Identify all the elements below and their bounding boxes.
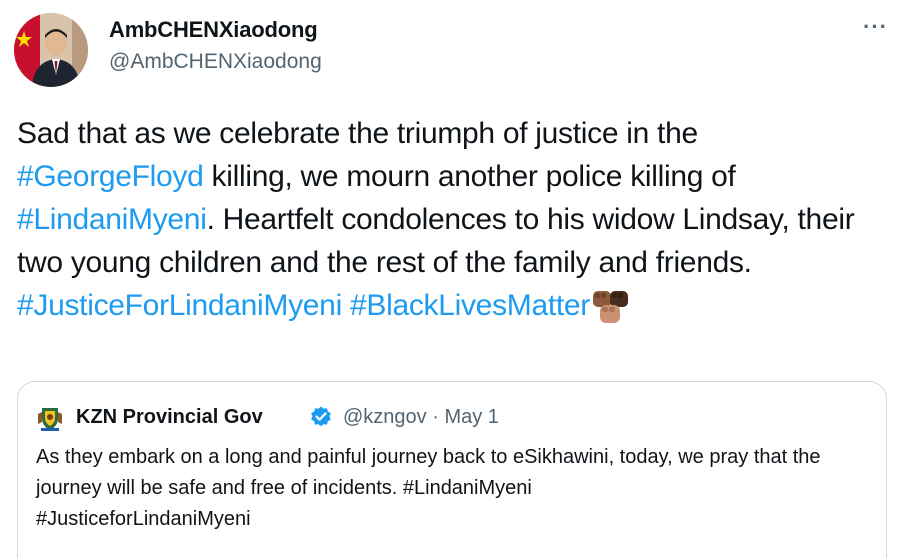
raised-fists-emoji bbox=[590, 289, 638, 325]
tweet-text: Sad that as we celebrate the triumph of … bbox=[17, 112, 887, 327]
quoted-tweet-text: As they embark on a long and painful jou… bbox=[36, 442, 876, 535]
tweet-text-segment: Sad that as we celebrate the triumph of … bbox=[17, 117, 698, 150]
hashtag-georgefloyd[interactable]: #GeorgeFloyd bbox=[17, 160, 204, 193]
quoted-meta: @kzngov · May 1 bbox=[343, 406, 499, 429]
quoted-handle[interactable]: @kzngov bbox=[343, 406, 427, 428]
quoted-hashtag-justiceforlindanimyeni: #JusticeforLindaniMyeni bbox=[36, 508, 251, 530]
profile-photo bbox=[14, 13, 88, 87]
verified-badge-icon bbox=[311, 406, 331, 427]
kzn-coat-of-arms-icon bbox=[38, 408, 62, 431]
quoted-tweet[interactable]: KZN Provincial Gov @kzngov · May 1 As th… bbox=[17, 381, 887, 558]
author-avatar[interactable] bbox=[14, 13, 88, 87]
tweet-card: AmbCHENXiaodong @AmbCHENXiaodong ··· Sad… bbox=[0, 0, 900, 558]
hashtag-lindanimyeni[interactable]: #LindaniMyeni bbox=[17, 203, 207, 236]
tweet-text-segment: killing, we mourn another police killing… bbox=[203, 160, 736, 193]
more-options-icon[interactable]: ··· bbox=[863, 14, 888, 40]
hashtag-blacklivesmatter[interactable]: #BlackLivesMatter bbox=[350, 289, 590, 322]
quoted-date[interactable]: May 1 bbox=[444, 406, 498, 428]
meta-separator: · bbox=[432, 406, 439, 428]
tweet-text-segment bbox=[342, 289, 350, 322]
quoted-display-name[interactable]: KZN Provincial Gov bbox=[76, 406, 263, 429]
author-display-name[interactable]: AmbCHENXiaodong bbox=[109, 17, 318, 43]
author-handle[interactable]: @AmbCHENXiaodong bbox=[109, 50, 322, 74]
quoted-hashtag-lindanimyeni: #LindaniMyeni bbox=[402, 477, 532, 499]
hashtag-justiceforlindanimyeni[interactable]: #JusticeForLindaniMyeni bbox=[17, 289, 342, 322]
